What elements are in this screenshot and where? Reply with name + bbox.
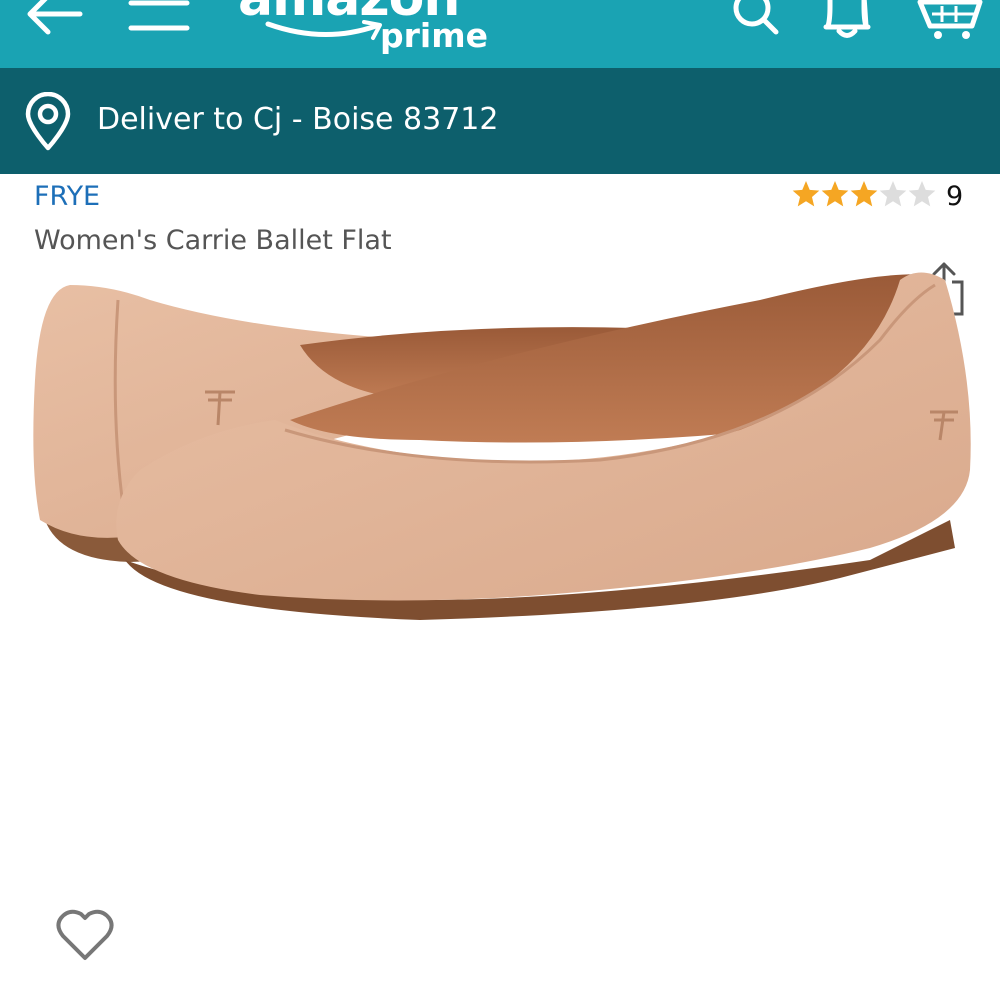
- product-title: Women's Carrie Ballet Flat: [34, 225, 392, 256]
- star-filled-icon: [792, 181, 820, 207]
- cart-icon[interactable]: [914, 0, 984, 42]
- app-header: amazon prime: [0, 0, 1000, 68]
- back-arrow-icon[interactable]: [22, 0, 84, 40]
- search-icon[interactable]: [728, 0, 782, 40]
- star-empty-icon: [879, 181, 907, 207]
- star-filled-icon: [850, 181, 878, 207]
- rating-count[interactable]: 9: [946, 178, 963, 216]
- brand-link[interactable]: FRYE: [34, 178, 100, 216]
- logo-smile-icon: [265, 20, 382, 40]
- star-filled-icon: [821, 181, 849, 207]
- star-empty-icon: [908, 181, 936, 207]
- logo-sub: prime: [380, 16, 488, 55]
- heart-icon[interactable]: [55, 908, 115, 962]
- amazon-prime-logo[interactable]: amazon prime: [238, 0, 488, 68]
- location-pin-icon: [25, 92, 71, 151]
- star-rating[interactable]: [792, 180, 940, 210]
- product-image[interactable]: [0, 256, 1000, 636]
- menu-icon[interactable]: [128, 0, 190, 36]
- deliver-to-text[interactable]: Deliver to Cj - Boise 83712: [97, 98, 498, 142]
- bell-icon[interactable]: [818, 0, 876, 40]
